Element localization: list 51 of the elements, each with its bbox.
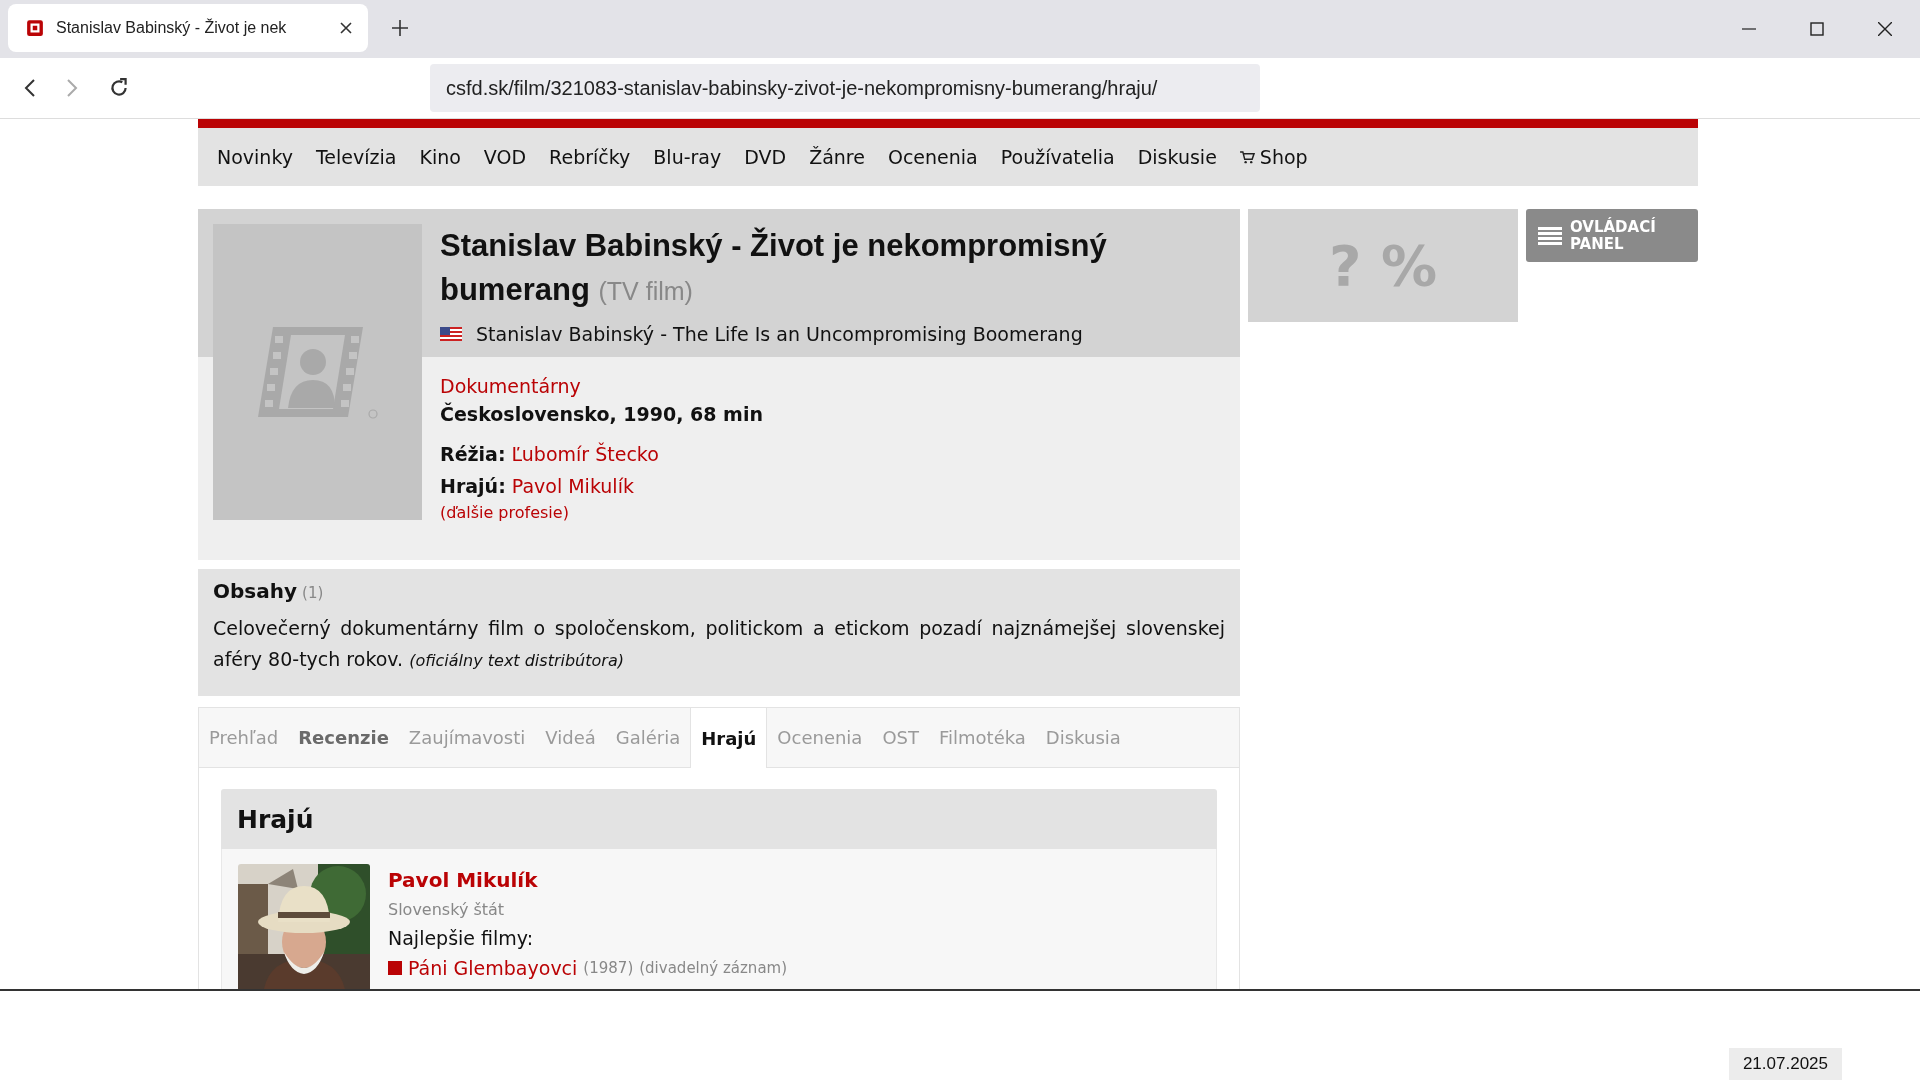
nav-link[interactable]: Blu-ray [653, 146, 722, 168]
genre-link[interactable]: Dokumentárny [440, 375, 581, 397]
actor-name-link[interactable]: Pavol Mikulík [388, 868, 538, 892]
plot-count: (1) [302, 584, 324, 602]
credit-label: Hrajú: [440, 475, 506, 497]
nav-link[interactable]: Ocenenia [887, 146, 978, 168]
date-label: 21.07.2025 [1728, 1048, 1842, 1080]
nav-link[interactable]: Používatelia [1000, 146, 1115, 168]
browser-tab[interactable]: Stanislav Babinský - Život je nek [8, 4, 368, 52]
actor-origin: Slovenský štát [388, 900, 505, 919]
person-link[interactable]: Pavol Mikulík [511, 475, 634, 497]
film-origin: Československo, 1990, 68 min [440, 403, 763, 425]
plot-heading: Obsahy [213, 579, 297, 603]
film-link[interactable]: Páni Glembayovci [408, 957, 578, 979]
tab-title: Stanislav Babinský - Život je nek [56, 19, 288, 37]
menu-icon [1538, 225, 1562, 246]
tab[interactable]: Hrajú [690, 708, 768, 768]
us-flag-icon [440, 327, 462, 341]
nav-link[interactable]: VOD [483, 146, 527, 168]
nav-link[interactable]: Žánre [809, 146, 865, 168]
reload-icon[interactable] [108, 77, 130, 99]
back-icon[interactable] [24, 78, 36, 98]
cart-icon [1239, 150, 1255, 164]
tab[interactable]: Recenzie [288, 708, 399, 767]
nav-link[interactable]: Novinky [217, 146, 293, 168]
film-note: (divadelný záznam) [639, 959, 788, 977]
nav-link[interactable]: Diskusie [1137, 146, 1217, 168]
plot-text: Celovečerný dokumentárny film o spoločenskom, politickom a etickom pozadí najznámejšej slovenskej aféry 80-tych rokov. (oficiálny text distribútora) [213, 616, 1225, 672]
film-year: (1987) [583, 959, 634, 977]
address-field[interactable]: csfd.sk/film/321083-stanislav-babinsky-zivot-je-nekompromisny-bumerang/hraju/ [430, 64, 1260, 112]
new-tab-icon[interactable] [392, 20, 408, 36]
close-icon[interactable] [1878, 22, 1892, 36]
credit-label: Réžia: [440, 443, 506, 465]
maximize-icon[interactable] [1810, 22, 1824, 36]
control-panel-button[interactable]: OVLÁDACÍ PANEL [1526, 209, 1698, 262]
film-logo-icon [26, 19, 44, 37]
nav-link[interactable]: Rebríčky [549, 146, 631, 168]
rating-value: ? % [1328, 233, 1438, 298]
film-title: Stanislav Babinský - Život je nekompromisný bumerang (TV film) [440, 226, 1108, 309]
nav-link[interactable]: Kino [419, 146, 461, 168]
nav-link[interactable]: DVD [744, 146, 787, 168]
close-icon[interactable] [340, 22, 352, 34]
more-professions-link[interactable]: (ďalšie profesie) [440, 503, 569, 522]
shop-link[interactable]: Shop [1239, 146, 1308, 168]
best-films-label: Najlepšie filmy: [388, 927, 534, 949]
film-type: (TV film) [598, 277, 693, 305]
section-title: Hrajú [237, 804, 314, 834]
nav-link[interactable]: Televízia [316, 146, 397, 168]
english-title: Stanislav Babinský - The Life Is an Uncompromising Boomerang [476, 323, 1083, 345]
bullet-icon [388, 961, 402, 975]
person-link[interactable]: Ľubomír Štecko [511, 443, 659, 465]
